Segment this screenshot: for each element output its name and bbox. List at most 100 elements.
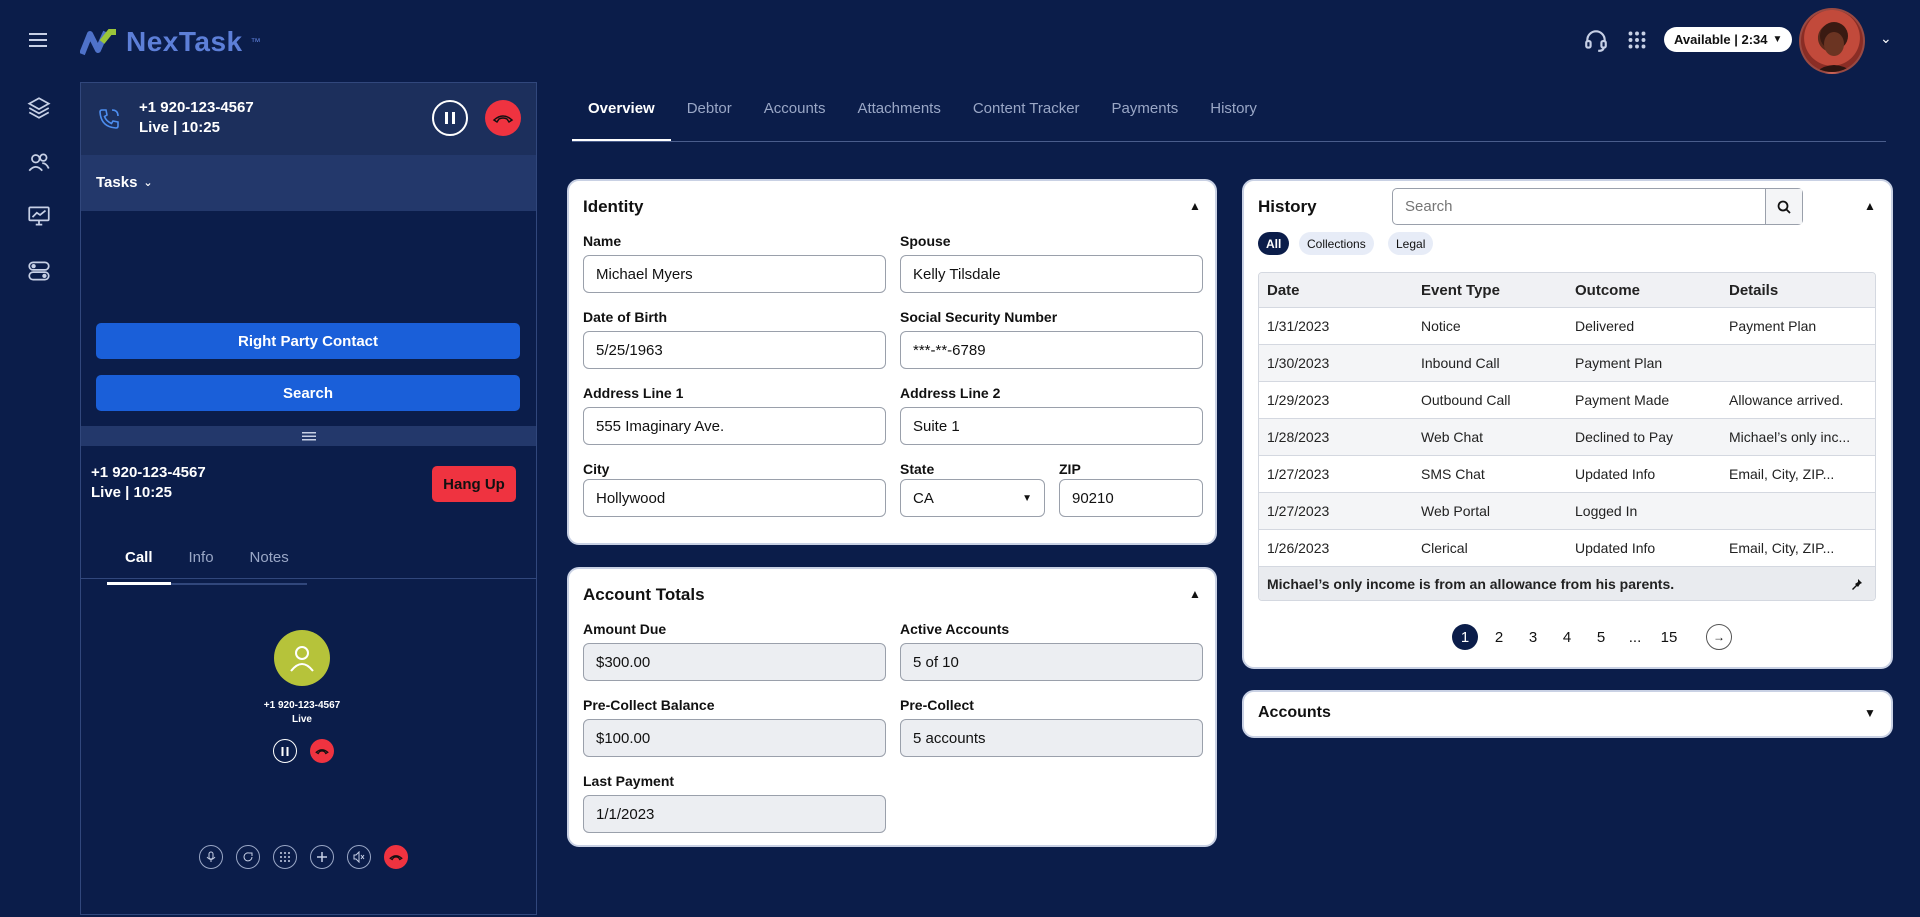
address-line-2-field[interactable]: Suite 1 <box>900 407 1203 445</box>
app-logo[interactable]: NexTask ™ <box>80 22 261 62</box>
users-icon[interactable] <box>26 149 52 175</box>
pinned-note-row: Michael’s only income is from an allowan… <box>1259 566 1875 600</box>
pin-icon[interactable] <box>1851 578 1863 590</box>
tab-notes[interactable]: Notes <box>232 543 307 585</box>
page-15[interactable]: 15 <box>1652 623 1686 651</box>
tab-attachments[interactable]: Attachments <box>841 98 956 142</box>
end-call-control-button[interactable] <box>384 845 408 869</box>
add-call-button[interactable] <box>310 845 334 869</box>
tab-info[interactable]: Info <box>171 543 232 585</box>
tasks-bar: Tasks ⌄ <box>81 155 536 211</box>
phone-icon <box>99 109 119 129</box>
ssn-field[interactable]: ***-**-6789 <box>900 331 1203 369</box>
tasks-dropdown[interactable]: Tasks ⌄ <box>96 174 153 191</box>
table-row[interactable]: 1/27/2023 SMS Chat Updated Info Email, C… <box>1259 455 1875 492</box>
tab-accounts[interactable]: Accounts <box>748 98 842 142</box>
amount-due-label: Amount Due <box>583 621 667 637</box>
hang-up-icon <box>492 115 514 124</box>
mini-pause-button[interactable] <box>273 739 297 763</box>
chevron-down-icon[interactable]: ⌄ <box>1880 30 1892 47</box>
details-cell: Email, City, ZIP... <box>1729 540 1835 556</box>
date-cell: 1/29/2023 <box>1267 392 1330 408</box>
filter-legal[interactable]: Legal <box>1388 232 1434 255</box>
table-row[interactable]: 1/29/2023 Outbound Call Payment Made All… <box>1259 381 1875 418</box>
column-header[interactable]: Date <box>1259 282 1413 299</box>
logo-mark-icon <box>80 29 116 56</box>
user-avatar[interactable] <box>1799 8 1865 74</box>
address-line-2-label: Address Line 2 <box>900 385 1001 401</box>
outcome-cell: Payment Made <box>1575 392 1670 408</box>
accounts-card[interactable]: Accounts ▼ <box>1242 690 1893 738</box>
page-5[interactable]: 5 <box>1584 623 1618 651</box>
outcome-cell: Declined to Pay <box>1575 429 1674 445</box>
mini-end-call-button[interactable] <box>310 739 334 763</box>
name-field[interactable]: Michael Myers <box>583 255 886 293</box>
tab-payments[interactable]: Payments <box>1096 98 1195 142</box>
right-party-contact-button[interactable]: Right Party Contact <box>96 323 520 359</box>
hamburger-menu-icon[interactable] <box>24 26 52 54</box>
state-label: State <box>900 461 935 477</box>
transfer-button[interactable] <box>236 845 260 869</box>
table-row[interactable]: 1/28/2023 Web Chat Declined to Pay Micha… <box>1259 418 1875 455</box>
event-type-cell: SMS Chat <box>1421 466 1485 482</box>
hang-up-button[interactable]: Hang Up <box>432 466 516 502</box>
chevron-down-icon[interactable]: ▼ <box>1864 706 1876 720</box>
tab-content-tracker[interactable]: Content Tracker <box>957 98 1096 142</box>
filter-all[interactable]: All <box>1258 232 1290 255</box>
dob-field[interactable]: 5/25/1963 <box>583 331 886 369</box>
chevron-up-icon[interactable]: ▲ <box>1864 199 1876 213</box>
pause-button[interactable] <box>432 100 468 136</box>
details-cell: Allowance arrived. <box>1729 392 1844 408</box>
speaker-mute-icon <box>353 851 365 863</box>
next-page-arrow-icon[interactable]: → <box>1706 624 1732 650</box>
table-row[interactable]: 1/31/2023 Notice Delivered Payment Plan <box>1259 307 1875 344</box>
chevron-up-icon[interactable]: ▲ <box>1189 199 1201 213</box>
mute-speaker-button[interactable] <box>347 845 371 869</box>
page-2[interactable]: 2 <box>1482 623 1516 651</box>
table-row[interactable]: 1/30/2023 Inbound Call Payment Plan <box>1259 344 1875 381</box>
microphone-button[interactable] <box>199 845 223 869</box>
active-accounts-label: Active Accounts <box>900 621 1010 637</box>
tab-call[interactable]: Call <box>107 543 171 585</box>
page-3[interactable]: 3 <box>1516 623 1550 651</box>
column-header[interactable]: Event Type <box>1413 282 1567 299</box>
apps-grid-icon[interactable] <box>1624 27 1650 53</box>
page-4[interactable]: 4 <box>1550 623 1584 651</box>
search-button[interactable]: Search <box>96 375 520 411</box>
history-table: Date Event Type Outcome Details 1/31/202… <box>1258 272 1876 601</box>
resize-handle[interactable] <box>81 426 536 446</box>
table-row[interactable]: 1/27/2023 Web Portal Logged In <box>1259 492 1875 529</box>
date-cell: 1/30/2023 <box>1267 355 1330 371</box>
availability-dropdown[interactable]: Available | 2:34 ▼ <box>1664 27 1793 52</box>
headset-icon[interactable] <box>1583 27 1609 53</box>
toggles-icon[interactable] <box>26 258 52 284</box>
tab-debtor[interactable]: Debtor <box>671 98 748 142</box>
spouse-field[interactable]: Kelly Tilsdale <box>900 255 1203 293</box>
date-cell: 1/27/2023 <box>1267 466 1330 482</box>
outcome-cell: Logged In <box>1575 503 1638 519</box>
tab-overview[interactable]: Overview <box>572 98 671 142</box>
dialpad-button[interactable] <box>273 845 297 869</box>
main-tabs: Overview Debtor Accounts Attachments Con… <box>572 98 1273 142</box>
page-1[interactable]: 1 <box>1448 623 1482 651</box>
tab-history[interactable]: History <box>1194 98 1273 142</box>
address-line-1-field[interactable]: 555 Imaginary Ave. <box>583 407 886 445</box>
column-header[interactable]: Outcome <box>1567 282 1721 299</box>
identity-card: Identity ▲ Name Michael Myers Spouse Kel… <box>567 179 1217 545</box>
table-row[interactable]: 1/26/2023 Clerical Updated Info Email, C… <box>1259 529 1875 566</box>
layers-icon[interactable] <box>26 95 52 121</box>
search-icon-button[interactable] <box>1765 189 1802 224</box>
end-call-button[interactable] <box>485 100 521 136</box>
event-type-cell: Web Portal <box>1421 503 1490 519</box>
monitor-chart-icon[interactable] <box>26 203 52 229</box>
column-header[interactable]: Details <box>1721 282 1875 299</box>
chevron-up-icon[interactable]: ▲ <box>1189 587 1201 601</box>
history-search-input[interactable] <box>1393 189 1765 224</box>
zip-field[interactable]: 90210 <box>1059 479 1203 517</box>
address-line-1-label: Address Line 1 <box>583 385 684 401</box>
dialpad-icon <box>280 852 290 862</box>
details-cell: Email, City, ZIP... <box>1729 466 1835 482</box>
filter-collections[interactable]: Collections <box>1299 232 1374 255</box>
state-select[interactable]: CA ▼ <box>900 479 1045 517</box>
city-field[interactable]: Hollywood <box>583 479 886 517</box>
